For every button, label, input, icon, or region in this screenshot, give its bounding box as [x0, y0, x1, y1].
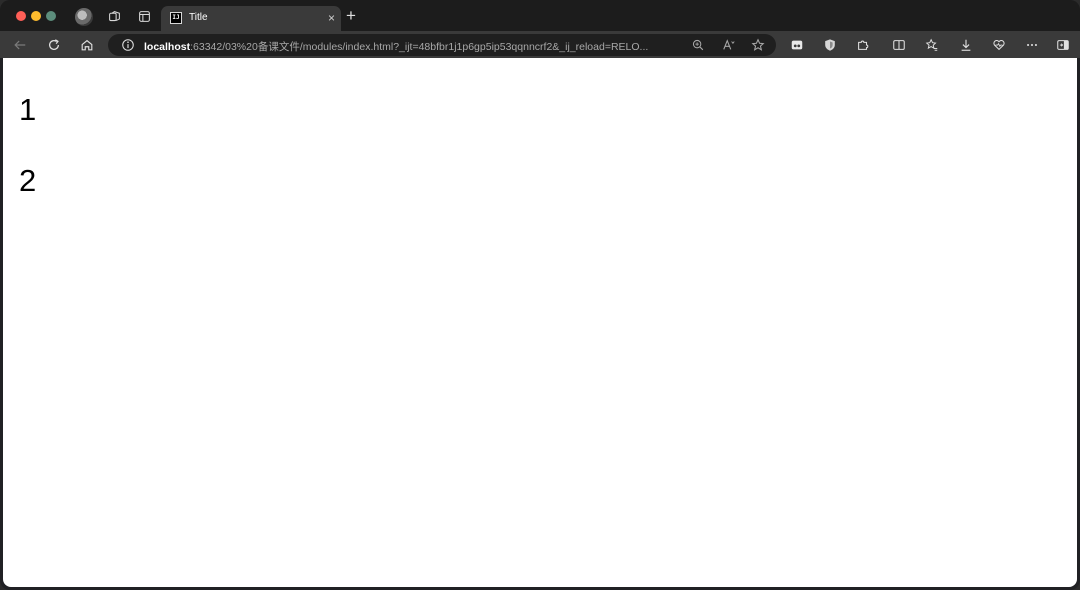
url-host: localhost	[144, 41, 191, 53]
address-bar[interactable]: localhost:63342/03%20备课文件/modules/index.…	[108, 34, 776, 56]
site-info-icon[interactable]	[121, 38, 135, 52]
window-minimize-button[interactable]	[31, 11, 41, 21]
tab-title: Title	[189, 12, 208, 23]
url-path: :63342/03%20备课文件/modules/index.html?_ijt…	[190, 41, 649, 53]
downloads-icon[interactable]	[957, 36, 975, 54]
shield-icon[interactable]	[821, 36, 839, 54]
window-close-button[interactable]	[16, 11, 26, 21]
home-icon[interactable]	[78, 36, 96, 54]
back-icon[interactable]	[11, 36, 29, 54]
read-aloud-icon[interactable]	[722, 38, 736, 52]
more-icon[interactable]	[1023, 36, 1041, 54]
tab-active[interactable]: IJ Title ×	[161, 6, 341, 31]
vertical-tabs-icon[interactable]	[136, 8, 152, 24]
workspaces-icon[interactable]	[106, 8, 122, 24]
toolbar: localhost:63342/03%20备课文件/modules/index.…	[0, 31, 1080, 58]
heart-icon[interactable]	[990, 36, 1008, 54]
profile-avatar[interactable]	[75, 8, 93, 26]
content-line-1: 1	[19, 92, 37, 127]
favorite-icon[interactable]	[751, 38, 765, 52]
puzzle-icon[interactable]	[854, 36, 872, 54]
window-maximize-button[interactable]	[46, 11, 56, 21]
url-text: localhost:63342/03%20备课文件/modules/index.…	[144, 39, 684, 54]
reload-icon[interactable]	[45, 36, 63, 54]
collections-icon[interactable]	[923, 36, 941, 54]
extension-icon[interactable]	[788, 36, 806, 54]
content-line-2: 2	[19, 163, 37, 198]
sidebar-icon[interactable]	[1054, 36, 1072, 54]
browser-window: IJ Title × + localhost:63342/03%20备课文件/m…	[0, 0, 1080, 590]
tab-close-icon[interactable]: ×	[328, 11, 335, 25]
new-tab-button[interactable]: +	[346, 7, 356, 25]
split-screen-icon[interactable]	[890, 36, 908, 54]
tab-strip: IJ Title × +	[0, 0, 1080, 31]
zoom-icon[interactable]	[691, 38, 705, 52]
page-content: 1 2	[3, 58, 1077, 587]
tab-favicon: IJ	[170, 12, 182, 24]
